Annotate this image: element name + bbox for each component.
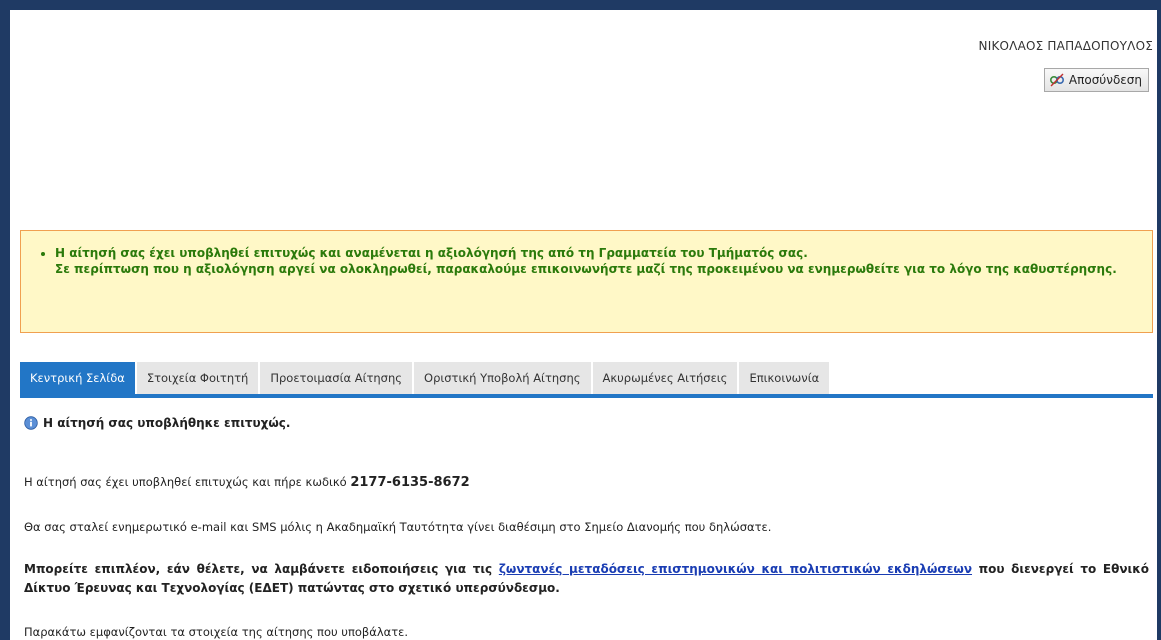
logout-label: Αποσύνδεση (1068, 73, 1142, 87)
info-icon (24, 416, 38, 430)
tab-contact[interactable]: Επικοινωνία (739, 362, 830, 394)
notifications-text-before: Μπορείτε επιπλέον, εάν θέλετε, να λαμβάν… (24, 562, 493, 576)
tab-cancelled-applications[interactable]: Ακυρωμένες Αιτήσεις (592, 362, 738, 394)
tab-student-details[interactable]: Στοιχεία Φοιτητή (136, 362, 259, 394)
tab-bar-underline (20, 394, 1153, 398)
notice-line-2: Σε περίπτωση που η αξιολόγηση αργεί να ο… (55, 262, 1117, 276)
username-label: ΝΙΚΟΛΑΟΣ ΠΑΠΑΔΟΠΟΥΛΟΣ (978, 39, 1153, 53)
main-content: Η αίτησή σας υποβλήθηκε επιτυχώς. Η αίτη… (24, 414, 1149, 639)
main-tabs: Κεντρική Σελίδα Στοιχεία Φοιτητή Προετοι… (20, 362, 830, 394)
header: ΝΙΚΟΛΑΟΣ ΠΑΠΑΔΟΠΟΥΛΟΣ Αποσύνδεση (10, 10, 1157, 227)
status-notice: Η αίτησή σας έχει υποβληθεί επιτυχώς και… (20, 230, 1153, 333)
email-notice-paragraph: Θα σας σταλεί ενημερωτικό e-mail και SMS… (24, 520, 772, 534)
notice-list: Η αίτησή σας έχει υποβληθεί επιτυχώς και… (39, 245, 1136, 277)
tab-final-submission[interactable]: Οριστική Υποβολή Αίτησης (414, 362, 591, 394)
application-code-text: Η αίτησή σας έχει υποβληθεί επιτυχώς και… (24, 475, 347, 489)
live-broadcasts-link[interactable]: ζωντανές μεταδόσεις επιστημονικών και πο… (499, 562, 972, 576)
page: ΝΙΚΟΛΑΟΣ ΠΑΠΑΔΟΠΟΥΛΟΣ Αποσύνδεση Η αίτησ… (0, 0, 1161, 640)
application-code-paragraph: Η αίτησή σας έχει υποβληθεί επιτυχώς και… (24, 474, 1149, 491)
tab-application-prep[interactable]: Προετοιμασία Αίτησης (260, 362, 413, 394)
application-code: 2177-6135-8672 (350, 475, 470, 490)
success-title: Η αίτησή σας υποβλήθηκε επιτυχώς. (24, 414, 1149, 432)
notifications-paragraph: Μπορείτε επιπλέον, εάν θέλετε, να λαμβάν… (24, 560, 1149, 598)
logout-button[interactable]: Αποσύνδεση (1043, 68, 1149, 92)
logout-icon (1049, 72, 1065, 88)
notice-item: Η αίτησή σας έχει υποβληθεί επιτυχώς και… (55, 245, 1136, 277)
tab-home[interactable]: Κεντρική Σελίδα (20, 362, 135, 394)
details-intro-paragraph: Παρακάτω εμφανίζονται τα στοιχεία της αί… (24, 625, 409, 639)
success-title-text: Η αίτησή σας υποβλήθηκε επιτυχώς. (43, 416, 291, 430)
notice-line-1: Η αίτησή σας έχει υποβληθεί επιτυχώς και… (55, 246, 808, 260)
